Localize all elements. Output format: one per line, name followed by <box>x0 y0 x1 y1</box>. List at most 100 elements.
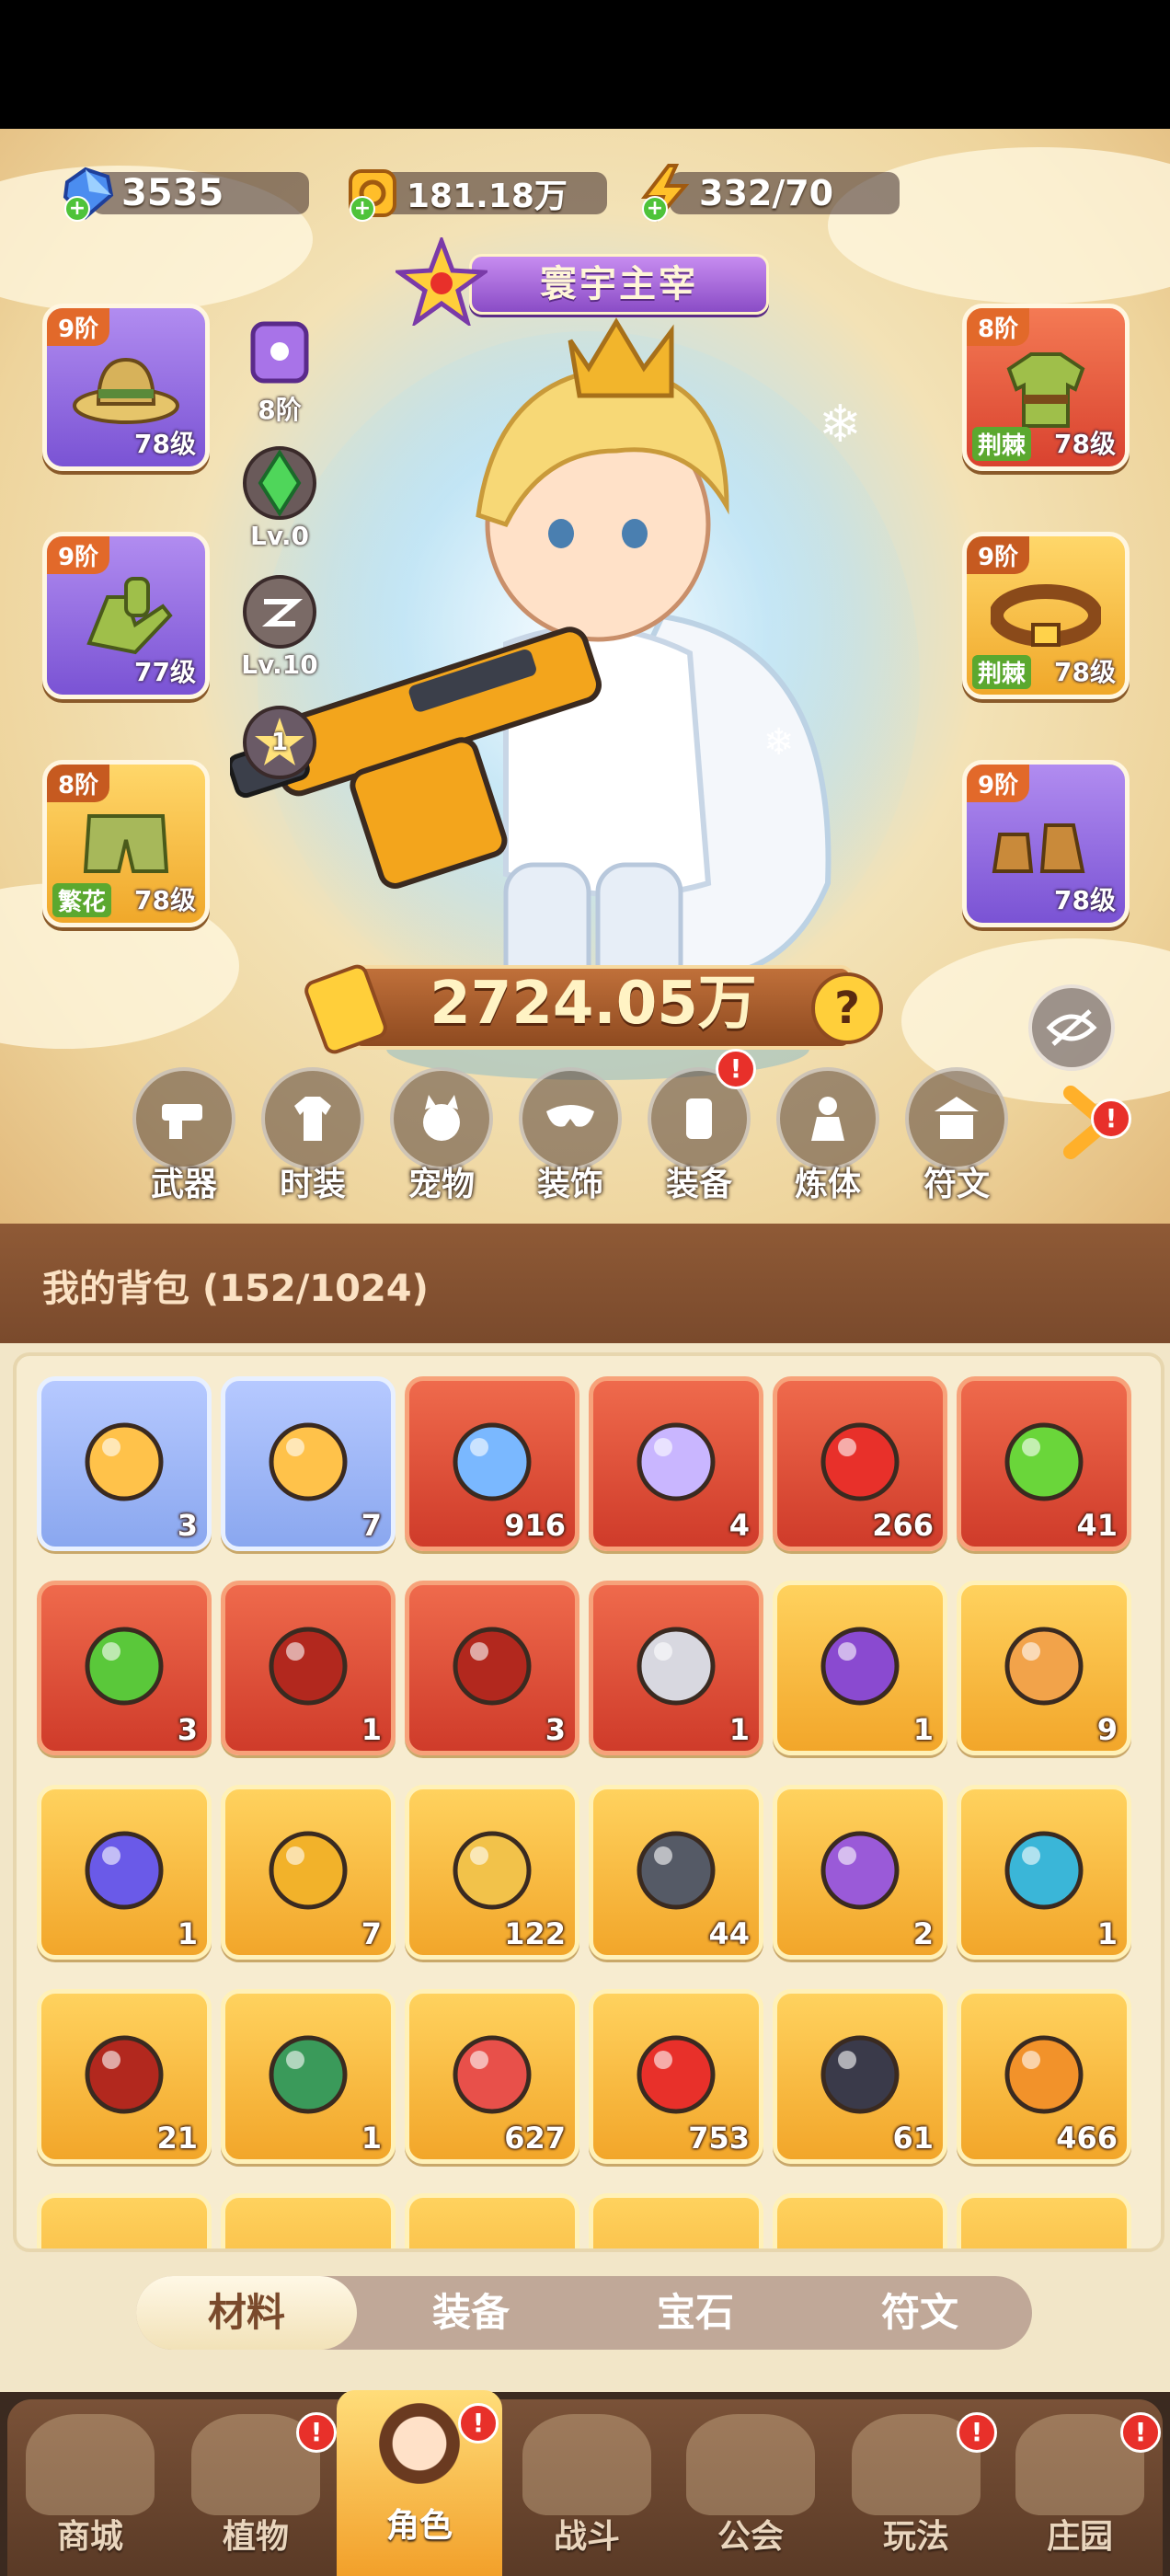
weapon-icon <box>162 1104 202 1139</box>
tab-equipment[interactable]: 装备 <box>361 2276 581 2350</box>
bag-item[interactable]: 44 <box>589 1785 763 1960</box>
title-badge[interactable]: 寰宇主宰 <box>386 237 791 326</box>
orange-potion-icon <box>1004 2035 1084 2114</box>
bag-item[interactable] <box>221 2193 396 2248</box>
func-decoration[interactable]: 装饰 <box>515 1067 625 1205</box>
nav-guild[interactable]: 公会 <box>668 2401 833 2576</box>
green-cube-icon <box>269 2035 348 2114</box>
svg-text:❄: ❄ <box>819 395 862 454</box>
bag-item[interactable]: 7 <box>221 1376 396 1551</box>
fire-prism-icon <box>637 1831 716 1910</box>
star-amulet-icon <box>820 1831 900 1910</box>
power-help-button[interactable]: ? <box>811 972 883 1044</box>
bag-item[interactable]: 1 <box>221 1581 396 1755</box>
func-pet[interactable]: 宠物 <box>386 1067 497 1205</box>
bag-item[interactable]: 7 <box>221 1785 396 1960</box>
nav-gameplay[interactable]: 玩法 ! <box>833 2401 999 2576</box>
eye-hidden-icon <box>1046 1009 1097 1046</box>
tab-materials[interactable]: 材料 <box>136 2276 357 2350</box>
tab-gems[interactable]: 宝石 <box>585 2276 806 2350</box>
tab-runes[interactable]: 符文 <box>809 2276 1030 2350</box>
fruit-basket-icon <box>453 2035 532 2114</box>
bag-item[interactable]: 9 <box>957 1581 1131 1755</box>
nav-character[interactable]: 角色 ! <box>337 2390 502 2576</box>
func-label: 装饰 <box>536 1166 603 1203</box>
equip-slot-boots[interactable]: 9阶 78级 <box>962 760 1130 927</box>
bag-item[interactable] <box>37 2193 212 2248</box>
moon-crystal-icon <box>637 1422 716 1501</box>
equip-slot-pants[interactable]: 8阶 繁花 78级 <box>42 760 210 927</box>
bag-item[interactable]: 466 <box>957 1989 1131 2164</box>
guild-icon <box>686 2414 815 2515</box>
bag-item[interactable]: 627 <box>405 1989 579 2164</box>
bag-item[interactable]: 2 <box>773 1785 947 1960</box>
bag-item[interactable]: 1 <box>37 1785 212 1960</box>
bag-item[interactable]: 41 <box>957 1376 1131 1551</box>
hide-eye-toggle[interactable] <box>1028 984 1115 1071</box>
green-gem-medal[interactable]: Lv.0 <box>234 445 326 551</box>
bag-item[interactable]: 1 <box>589 1581 763 1755</box>
bag-item[interactable]: 1 <box>773 1581 947 1755</box>
mushroom-icon <box>1004 1831 1084 1910</box>
bag-item[interactable]: 1 <box>221 1989 396 2164</box>
bag-item[interactable]: 753 <box>589 1989 763 2164</box>
equip-slot-hat[interactable]: 9阶 78级 <box>42 304 210 471</box>
func-label: 武器 <box>150 1166 217 1203</box>
equip-tier: 8阶 <box>47 765 110 802</box>
add-energy-button[interactable]: + <box>642 196 668 222</box>
bag-item[interactable] <box>773 2193 947 2248</box>
nav-shop[interactable]: 商城 <box>7 2401 173 2576</box>
bag-item[interactable]: 3 <box>405 1581 579 1755</box>
equip-level: 78级 <box>1054 657 1116 687</box>
rune-medal[interactable]: Lv.10 <box>234 574 326 680</box>
func-rune[interactable]: 符文 <box>901 1067 1012 1205</box>
func-body-refine[interactable]: 炼体 <box>773 1067 883 1205</box>
bag-item[interactable]: 4 <box>589 1376 763 1551</box>
add-gold-button[interactable]: + <box>350 196 375 222</box>
bag-item[interactable] <box>957 2193 1131 2248</box>
item-count: 7 <box>361 1916 382 1951</box>
add-diamond-button[interactable]: + <box>64 196 90 222</box>
currency-gold[interactable]: + 181.18万 <box>340 161 607 225</box>
vial-icon <box>85 1422 164 1501</box>
title-star-icon <box>396 237 488 326</box>
pet-bag-medal[interactable]: 8阶 <box>234 315 326 427</box>
bag-item[interactable]: 3 <box>37 1376 212 1551</box>
currency-energy[interactable]: + 332/70 <box>633 161 900 225</box>
bag-item[interactable]: 21 <box>37 1989 212 2164</box>
func-equipment[interactable]: 装备 ! <box>644 1049 756 1205</box>
bag-item[interactable]: 3 <box>37 1581 212 1755</box>
bag-item[interactable]: 61 <box>773 1989 947 2164</box>
func-label: 时装 <box>279 1166 346 1203</box>
nav-label: 战斗 <box>553 2518 620 2556</box>
item-count: 3 <box>545 1712 566 1747</box>
combat-power-value: 2724.05万 <box>430 970 757 1038</box>
equip-slot-belt[interactable]: 9阶 荆棘 78级 <box>962 532 1130 699</box>
bag-item[interactable]: 266 <box>773 1376 947 1551</box>
equip-slot-armor[interactable]: 8阶 荆棘 78级 <box>962 304 1130 471</box>
func-outfit[interactable]: 时装 <box>258 1067 368 1205</box>
nav-battle[interactable]: 战斗 <box>504 2401 670 2576</box>
bag-item[interactable]: 1 <box>957 1785 1131 1960</box>
alert-badge: ! <box>957 2412 997 2453</box>
more-arrow-button[interactable]: ! <box>1058 1086 1131 1159</box>
nav-manor[interactable]: 庄园 ! <box>997 2401 1163 2576</box>
equip-slot-gloves[interactable]: 9阶 77级 <box>42 532 210 699</box>
status-bar <box>0 0 1170 129</box>
item-count: 7 <box>361 1508 382 1543</box>
bag-item[interactable] <box>589 2193 763 2248</box>
bag-item[interactable]: 122 <box>405 1785 579 1960</box>
blue-star-crystal-icon <box>453 1422 532 1501</box>
func-weapon[interactable]: 武器 <box>129 1067 239 1205</box>
equip-set-tag: 荆棘 <box>972 427 1032 461</box>
item-count: 3 <box>177 1712 198 1747</box>
red-card-icon <box>453 1627 532 1706</box>
item-count: 3 <box>177 1508 198 1543</box>
bag-item[interactable] <box>405 2193 579 2248</box>
equipment-icon <box>686 1098 712 1139</box>
boots-icon <box>992 823 1085 873</box>
currency-diamond[interactable]: + 3535 <box>55 161 313 225</box>
star-orb-medal[interactable]: 1 <box>234 705 326 779</box>
bag-item[interactable]: 916 <box>405 1376 579 1551</box>
nav-plant[interactable]: 植物 ! <box>173 2401 338 2576</box>
